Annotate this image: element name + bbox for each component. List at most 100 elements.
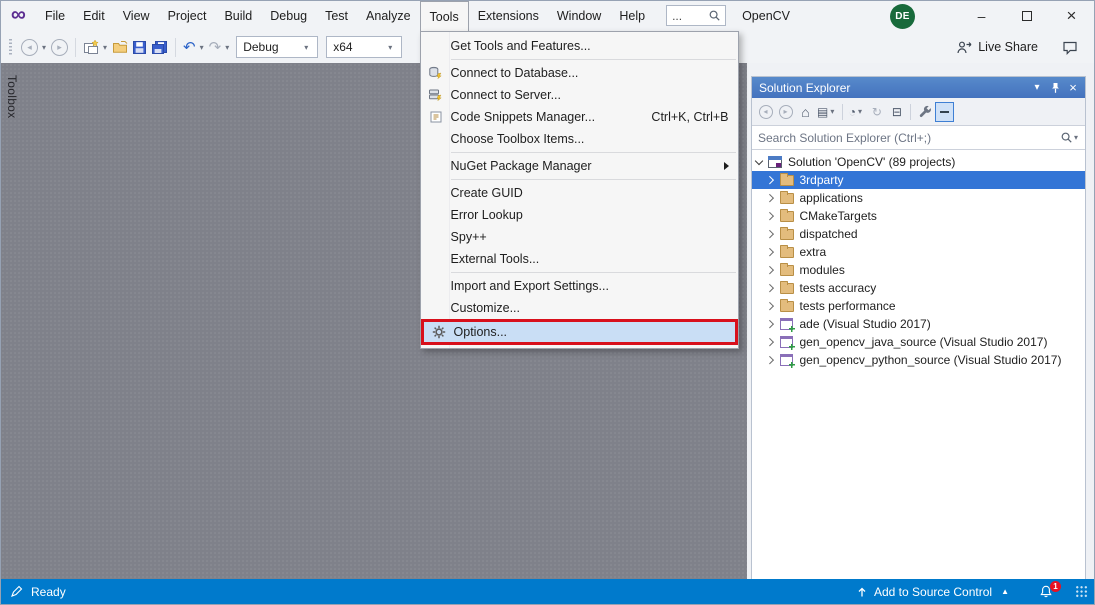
quick-search-box[interactable]: ...: [666, 5, 726, 26]
minimize-button[interactable]: –: [959, 8, 1004, 24]
menu-item-nuget[interactable]: NuGet Package Manager: [421, 155, 738, 177]
tree-row-solution[interactable]: Solution 'OpenCV' (89 projects): [752, 153, 1085, 171]
expanded-chevron-icon[interactable]: [755, 157, 763, 165]
notifications-button[interactable]: 1: [1039, 585, 1053, 599]
menu-item-spy[interactable]: Spy++: [421, 226, 738, 248]
menu-item-choose-toolbox[interactable]: Choose Toolbox Items...: [421, 128, 738, 150]
resize-grip[interactable]: [1075, 585, 1088, 598]
tree-row[interactable]: gen_opencv_java_source (Visual Studio 20…: [752, 333, 1085, 351]
tree-row[interactable]: dispatched: [752, 225, 1085, 243]
new-project-button[interactable]: [81, 35, 101, 59]
forward-icon: ▸: [51, 39, 68, 56]
menu-item-create-guid[interactable]: Create GUID: [421, 182, 738, 204]
collapsed-chevron-icon[interactable]: [766, 284, 774, 292]
tree-row[interactable]: ade (Visual Studio 2017): [752, 315, 1085, 333]
chevron-down-icon[interactable]: ▾: [1074, 133, 1078, 142]
menu-item-import-export[interactable]: Import and Export Settings...: [421, 275, 738, 297]
collapsed-chevron-icon[interactable]: [766, 320, 774, 328]
menu-item-error-lookup[interactable]: Error Lookup: [421, 204, 738, 226]
tree-row[interactable]: gen_opencv_python_source (Visual Studio …: [752, 351, 1085, 369]
maximize-icon: [1022, 11, 1032, 21]
collapsed-chevron-icon[interactable]: [766, 356, 774, 364]
redo-button[interactable]: ↷: [207, 35, 224, 59]
chevron-down-icon: ▾: [304, 43, 308, 52]
collapse-all-icon[interactable]: ⊟: [887, 102, 906, 122]
collapsed-chevron-icon[interactable]: [766, 338, 774, 346]
toolbox-tab[interactable]: Toolbox: [5, 75, 19, 118]
tree-row[interactable]: modules: [752, 261, 1085, 279]
toolbar-separator: [842, 104, 843, 120]
chevron-down-icon[interactable]: ▾: [200, 43, 204, 52]
navigate-back-button[interactable]: ◂: [19, 35, 40, 59]
pin-icon[interactable]: [1046, 79, 1064, 96]
sync-with-active-document-icon[interactable]: ↻: [867, 102, 886, 122]
tree-row[interactable]: tests accuracy: [752, 279, 1085, 297]
tree-row[interactable]: tests performance: [752, 297, 1085, 315]
collapsed-chevron-icon[interactable]: [766, 176, 774, 184]
collapsed-chevron-icon[interactable]: [766, 248, 774, 256]
switch-views-button[interactable]: ▤ ▾: [816, 102, 838, 122]
undo-button[interactable]: ↶: [181, 35, 198, 59]
feedback-icon: [1062, 40, 1078, 55]
window-position-icon[interactable]: ▾: [1028, 79, 1046, 96]
menu-project[interactable]: Project: [159, 1, 216, 31]
menu-tools[interactable]: Tools Get Tools and Features... Connect …: [420, 1, 469, 31]
menu-item-get-tools[interactable]: Get Tools and Features...: [421, 35, 738, 57]
back-button[interactable]: ◂: [756, 102, 775, 122]
wrench-icon: [918, 105, 932, 119]
properties-button[interactable]: [915, 102, 934, 122]
preview-selected-items-button[interactable]: [935, 102, 954, 122]
account-avatar[interactable]: DE: [890, 4, 915, 29]
collapsed-chevron-icon[interactable]: [766, 194, 774, 202]
menu-item-code-snippets[interactable]: Code Snippets Manager... Ctrl+K, Ctrl+B: [421, 106, 738, 128]
home-icon[interactable]: ⌂: [796, 102, 815, 122]
menu-edit[interactable]: Edit: [74, 1, 114, 31]
close-icon[interactable]: ×: [1064, 79, 1082, 96]
toolbar-grip[interactable]: [9, 39, 12, 56]
tree-row[interactable]: CMakeTargets: [752, 207, 1085, 225]
menu-window[interactable]: Window: [548, 1, 610, 31]
menu-help[interactable]: Help: [610, 1, 654, 31]
menu-item-external-tools[interactable]: External Tools...: [421, 248, 738, 270]
collapsed-chevron-icon[interactable]: [766, 212, 774, 220]
close-button[interactable]: ×: [1049, 6, 1094, 26]
menu-item-customize[interactable]: Customize...: [421, 297, 738, 319]
tree-row[interactable]: extra: [752, 243, 1085, 261]
menu-analyze[interactable]: Analyze: [357, 1, 419, 31]
solution-explorer-header[interactable]: Solution Explorer ▾ ×: [752, 77, 1085, 98]
collapsed-chevron-icon[interactable]: [766, 266, 774, 274]
feedback-button[interactable]: [1060, 35, 1080, 59]
project-icon: [780, 336, 793, 348]
configuration-dropdown[interactable]: Debug ▾: [236, 36, 318, 58]
add-to-source-control-button[interactable]: Add to Source Control ▲: [856, 585, 1009, 599]
maximize-button[interactable]: [1004, 11, 1049, 21]
search-icon[interactable]: [1061, 132, 1072, 143]
live-share-button[interactable]: Live Share: [956, 40, 1038, 55]
chevron-down-icon[interactable]: ▾: [225, 43, 229, 52]
collapsed-chevron-icon[interactable]: [766, 230, 774, 238]
tree-row[interactable]: 3rdparty: [752, 171, 1085, 189]
menu-test[interactable]: Test: [316, 1, 357, 31]
menu-item-connect-database[interactable]: Connect to Database...: [421, 62, 738, 84]
forward-button[interactable]: ▸: [776, 102, 795, 122]
menu-item-connect-server[interactable]: Connect to Server...: [421, 84, 738, 106]
tree-row[interactable]: applications: [752, 189, 1085, 207]
save-all-button[interactable]: [149, 35, 170, 59]
pending-changes-filter-button[interactable]: ◔ ▾: [847, 102, 866, 122]
menu-view[interactable]: View: [114, 1, 159, 31]
chevron-down-icon[interactable]: ▾: [42, 43, 46, 52]
menu-build[interactable]: Build: [215, 1, 261, 31]
gear-icon: [424, 325, 454, 339]
save-button[interactable]: [130, 35, 149, 59]
chevron-down-icon[interactable]: ▾: [103, 43, 107, 52]
solution-search-input[interactable]: [758, 131, 1061, 145]
menu-item-options[interactable]: Options...: [421, 319, 738, 345]
menu-debug[interactable]: Debug: [261, 1, 316, 31]
live-share-icon: [956, 40, 972, 55]
collapsed-chevron-icon[interactable]: [766, 302, 774, 310]
navigate-forward-button[interactable]: ▸: [49, 35, 70, 59]
menu-file[interactable]: File: [36, 1, 74, 31]
menu-extensions[interactable]: Extensions: [469, 1, 548, 31]
open-file-button[interactable]: [110, 35, 130, 59]
platform-dropdown[interactable]: x64 ▾: [326, 36, 402, 58]
